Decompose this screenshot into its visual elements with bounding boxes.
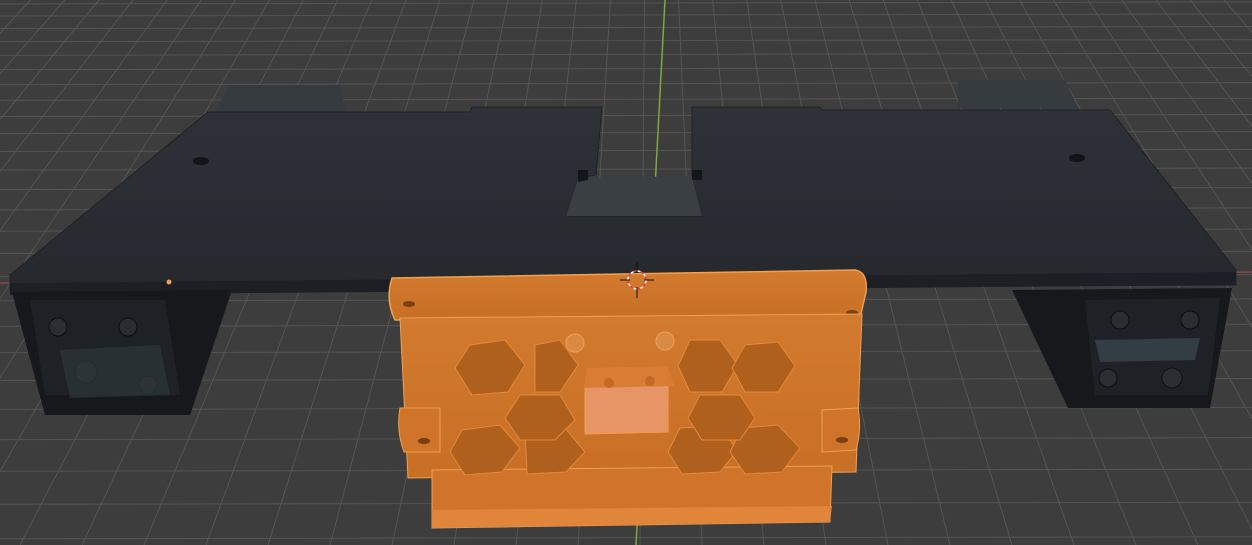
3d-viewport[interactable] (0, 0, 1252, 545)
grid-line (0, 52, 1252, 56)
grid-line (0, 13, 1252, 17)
orange-bracket-object[interactable] (388, 269, 868, 529)
grid-line (0, 1, 1252, 5)
viewport-canvas[interactable] (0, 0, 1252, 545)
origin-dot-icon (166, 279, 172, 285)
grid-line (0, 39, 1252, 43)
grid-line (0, 67, 1252, 71)
grid-line (0, 536, 1252, 540)
grid-line (0, 26, 1252, 30)
